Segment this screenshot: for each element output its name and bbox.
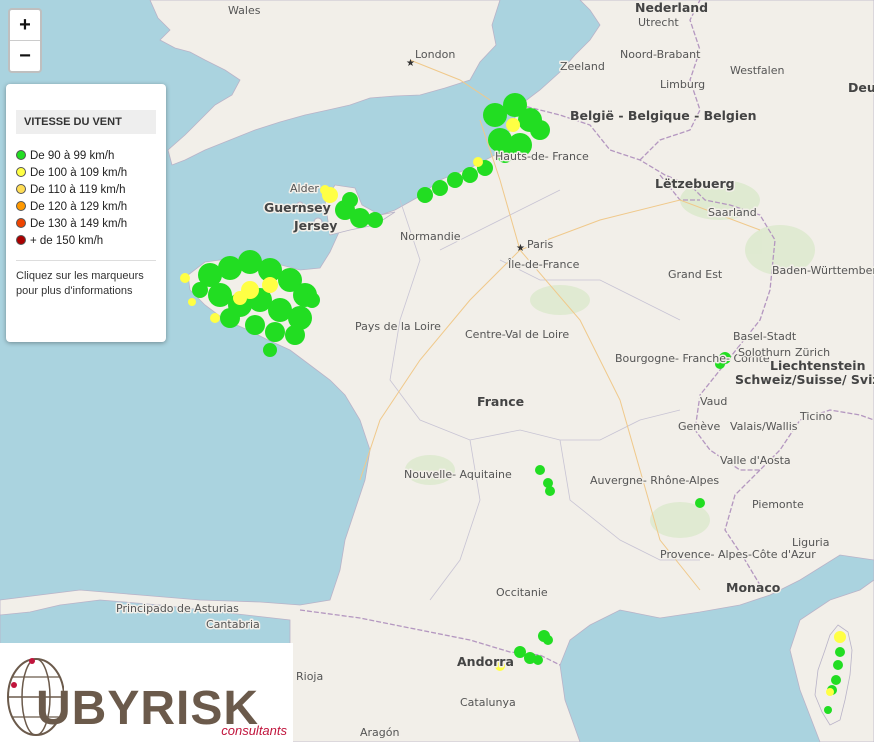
legend-panel: VITESSE DU VENT De 90 à 99 km/h De 100 à…: [6, 84, 166, 342]
legend-dot-icon: [16, 150, 26, 160]
legend-item: De 130 à 149 km/h: [16, 216, 166, 233]
legend-item-label: De 120 à 129 km/h: [30, 201, 128, 213]
label-occitanie: Occitanie: [496, 586, 548, 599]
legend-item: De 100 à 109 km/h: [16, 165, 166, 182]
legend-item-label: + de 150 km/h: [30, 235, 104, 247]
label-piemonte: Piemonte: [752, 498, 804, 511]
label-normandie: Normandie: [400, 230, 461, 243]
label-noord-brabant: Noord-Brabant: [620, 48, 701, 61]
label-baden: Baden-Württemberg: [772, 264, 874, 277]
paris-star-icon: ★: [516, 243, 525, 254]
label-paris: Paris: [527, 238, 553, 251]
label-nouvelle-aquitaine: Nouvelle- Aquitaine: [404, 468, 512, 481]
label-alder: Alder: [290, 182, 319, 195]
label-nederland: Nederland: [635, 0, 708, 15]
label-guernsey: Guernsey: [264, 200, 331, 215]
label-geneve: Genève: [678, 420, 721, 433]
legend-dot-icon: [16, 167, 26, 177]
label-cantabria: Cantabria: [206, 618, 260, 631]
label-auvergne: Auvergne- Rhône-Alpes: [590, 474, 719, 487]
zoom-control: + −: [8, 8, 42, 73]
legend-item-label: De 110 à 119 km/h: [30, 184, 126, 196]
label-provence: Provence- Alpes-Côte d'Azur: [660, 548, 816, 561]
label-rioja: Rioja: [296, 670, 323, 683]
ubyrisk-logo: UBYRISK consultants: [0, 643, 293, 742]
label-saarland: Saarland: [708, 206, 757, 219]
zoom-out-button[interactable]: −: [10, 40, 40, 71]
label-france: France: [477, 394, 524, 409]
label-westfalen: Westfalen: [730, 64, 784, 77]
label-ticino: Ticino: [799, 410, 833, 423]
legend-item: De 110 à 119 km/h: [16, 182, 166, 199]
legend-dot-icon: [16, 201, 26, 211]
label-grand-est: Grand Est: [668, 268, 723, 281]
legend-dot-icon: [16, 218, 26, 228]
zoom-in-button[interactable]: +: [10, 10, 40, 40]
label-deu: Deu: [848, 80, 874, 95]
label-aragon: Aragón: [360, 726, 400, 739]
label-centre: Centre-Val de Loire: [465, 328, 569, 341]
label-switzerland: Schweiz/Suisse/ Svizzera/Svizra: [735, 372, 874, 387]
label-asturias: Principado de Asturias: [116, 602, 239, 615]
label-luxembourg: Lëtzebuerg: [655, 176, 735, 191]
legend-item-label: De 130 à 149 km/h: [30, 218, 128, 230]
label-pays-de-la-loire: Pays de la Loire: [355, 320, 441, 333]
label-utrecht: Utrecht: [638, 16, 679, 29]
legend-item: + de 150 km/h: [16, 233, 166, 250]
label-andorra: Andorra: [457, 654, 514, 669]
label-valais: Valais/Wallis: [730, 420, 798, 433]
legend-item: De 90 à 99 km/h: [16, 148, 166, 165]
legend-item-label: De 100 à 109 km/h: [30, 167, 128, 179]
label-zeeland: Zeeland: [560, 60, 605, 73]
label-london: London: [415, 48, 455, 61]
label-limburg: Limburg: [660, 78, 705, 91]
label-jersey: Jersey: [293, 218, 337, 233]
label-monaco: Monaco: [726, 580, 781, 595]
legend-item: De 120 à 129 km/h: [16, 199, 166, 216]
logo-sub: consultants: [221, 723, 287, 738]
label-valle-aosta: Valle d'Aosta: [720, 454, 791, 467]
legend-hint: Cliquez sur les marqueurs pour plus d'in…: [16, 270, 144, 297]
label-wales: Wales: [228, 4, 261, 17]
london-star-icon: ★: [406, 58, 415, 69]
label-liechtenstein: Liechtenstein: [770, 358, 865, 373]
label-ile-de-france: Île-de-France: [507, 258, 580, 271]
label-basel: Basel-Stadt: [733, 330, 797, 343]
legend-divider: [16, 260, 156, 261]
legend-title: VITESSE DU VENT: [16, 110, 156, 134]
legend-dot-icon: [16, 235, 26, 245]
label-hauts-de-france: Hauts-de- France: [495, 150, 589, 163]
legend-dot-icon: [16, 184, 26, 194]
legend-list: De 90 à 99 km/h De 100 à 109 km/h De 110…: [16, 148, 166, 250]
label-belgium: België - Belgique - Belgien: [570, 108, 757, 123]
legend-item-label: De 90 à 99 km/h: [30, 150, 115, 162]
label-catalunya: Catalunya: [460, 696, 516, 709]
label-vaud: Vaud: [700, 395, 727, 408]
